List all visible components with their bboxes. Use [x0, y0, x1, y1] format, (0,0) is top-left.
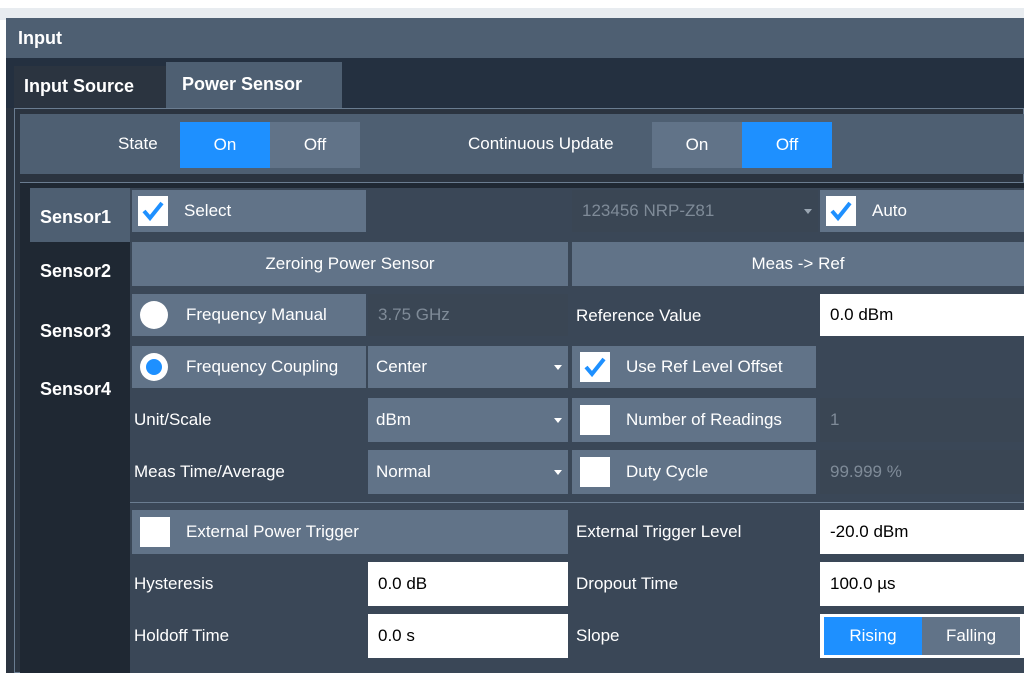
frequency-coupling-value: Center — [376, 357, 428, 376]
checkmark-icon — [142, 201, 164, 222]
holdoff-time-value: 0.0 s — [378, 626, 415, 645]
sensor-device-dropdown[interactable]: 123456 NRP-Z81 — [572, 190, 818, 232]
continuous-update-on-button[interactable]: On — [652, 122, 742, 168]
number-of-readings-checkbox[interactable] — [580, 405, 610, 435]
sensor-tab-3-label: Sensor3 — [40, 320, 112, 341]
frequency-coupling-radio[interactable] — [140, 353, 168, 381]
meas-time-dropdown[interactable]: Normal — [368, 450, 568, 494]
sensor-tab-1-label: Sensor1 — [40, 206, 112, 227]
slope-falling-button[interactable]: Falling — [922, 617, 1020, 655]
tab-input-source[interactable]: Input Source — [14, 66, 166, 108]
state-toggle[interactable]: On Off — [180, 122, 360, 168]
use-ref-level-offset-checkbox[interactable] — [580, 352, 610, 382]
sensor-device-value: 123456 NRP-Z81 — [582, 201, 715, 220]
chevron-down-icon — [554, 418, 562, 423]
state-label: State — [118, 134, 158, 153]
duty-cycle-label: Duty Cycle — [626, 462, 709, 481]
number-of-readings-button[interactable]: Number of Readings — [572, 398, 816, 442]
chevron-down-icon — [554, 470, 562, 475]
number-of-readings-field[interactable]: 1 — [820, 398, 1024, 442]
duty-cycle-checkbox[interactable] — [580, 457, 610, 487]
external-trigger-level-value: -20.0 dBm — [830, 522, 909, 541]
external-power-trigger-checkbox[interactable] — [140, 517, 170, 547]
dropout-time-value: 100.0 µs — [830, 574, 896, 593]
select-label: Select — [184, 201, 232, 220]
slope-label: Slope — [576, 626, 620, 645]
number-of-readings-label: Number of Readings — [626, 410, 782, 429]
duty-cycle-value: 99.999 % — [830, 462, 902, 481]
checkmark-icon — [584, 357, 606, 378]
reference-value-field[interactable]: 0.0 dBm — [820, 294, 1024, 336]
slope-toggle[interactable]: Rising Falling — [824, 617, 1020, 655]
external-power-trigger-button[interactable]: External Power Trigger — [132, 510, 568, 554]
frequency-manual-label: Frequency Manual — [186, 305, 327, 324]
state-off-button[interactable]: Off — [270, 122, 360, 168]
auto-label: Auto — [872, 201, 907, 220]
chevron-down-icon — [554, 365, 562, 370]
zeroing-label: Zeroing Power Sensor — [265, 254, 435, 273]
tab-input-source-label: Input Source — [24, 76, 135, 96]
auto-checkbox-button[interactable]: Auto — [820, 190, 1024, 232]
external-trigger-level-label: External Trigger Level — [576, 522, 742, 541]
radio-selected-indicator — [146, 359, 162, 375]
duty-cycle-button[interactable]: Duty Cycle — [572, 450, 816, 494]
frequency-coupling-radio-button[interactable]: Frequency Coupling — [132, 346, 366, 388]
use-ref-level-offset-button[interactable]: Use Ref Level Offset — [572, 346, 816, 388]
frequency-manual-radio-button[interactable]: Frequency Manual — [132, 294, 366, 336]
select-checkbox[interactable] — [138, 196, 168, 226]
tab-power-sensor[interactable]: Power Sensor — [166, 62, 342, 108]
sensor-tab-2-label: Sensor2 — [40, 260, 112, 281]
sensor-tab-1[interactable]: Sensor1 — [30, 188, 130, 246]
use-ref-level-offset-label: Use Ref Level Offset — [626, 357, 783, 376]
frequency-coupling-dropdown[interactable]: Center — [368, 346, 568, 388]
meas-time-label: Meas Time/Average — [134, 462, 285, 481]
sensor-tab-3[interactable]: Sensor3 — [30, 302, 130, 360]
auto-checkbox[interactable] — [826, 196, 856, 226]
external-trigger-level-field[interactable]: -20.0 dBm — [820, 510, 1024, 554]
unit-scale-label: Unit/Scale — [134, 410, 212, 429]
number-of-readings-value: 1 — [830, 410, 840, 429]
meas-ref-label: Meas -> Ref — [751, 254, 845, 273]
frequency-coupling-label: Frequency Coupling — [186, 357, 339, 376]
section-divider — [130, 502, 1024, 503]
dropout-time-field[interactable]: 100.0 µs — [820, 562, 1024, 606]
slope-rising-button[interactable]: Rising — [824, 617, 922, 655]
frequency-manual-value: 3.75 GHz — [378, 305, 450, 324]
state-on-button[interactable]: On — [180, 122, 270, 168]
input-dialog: Input Input Source Power Sensor State On… — [6, 18, 1024, 673]
tab-power-sensor-label: Power Sensor — [182, 74, 303, 94]
hysteresis-label: Hysteresis — [134, 574, 214, 593]
holdoff-time-field[interactable]: 0.0 s — [368, 614, 568, 658]
holdoff-time-label: Holdoff Time — [134, 626, 230, 645]
unit-scale-value: dBm — [376, 410, 411, 429]
select-checkbox-button[interactable]: Select — [132, 190, 366, 232]
checkmark-icon — [830, 201, 852, 222]
continuous-update-off-button[interactable]: Off — [742, 122, 832, 168]
sensor-tab-4[interactable]: Sensor4 — [30, 360, 130, 418]
meas-time-value: Normal — [376, 462, 431, 481]
reference-value-value: 0.0 dBm — [830, 305, 894, 324]
frequency-manual-radio[interactable] — [140, 301, 168, 329]
continuous-update-label: Continuous Update — [468, 134, 614, 153]
hysteresis-value: 0.0 dB — [378, 574, 428, 593]
sensor-tab-2[interactable]: Sensor2 — [30, 242, 130, 300]
meas-ref-button[interactable]: Meas -> Ref — [572, 242, 1024, 286]
continuous-update-toggle[interactable]: On Off — [652, 122, 832, 168]
zeroing-power-sensor-button[interactable]: Zeroing Power Sensor — [132, 242, 568, 286]
hysteresis-field[interactable]: 0.0 dB — [368, 562, 568, 606]
dropout-time-label: Dropout Time — [576, 574, 679, 593]
dialog-title: Input — [18, 28, 62, 48]
chevron-down-icon — [804, 209, 812, 214]
sensor-tab-4-label: Sensor4 — [40, 378, 112, 399]
external-power-trigger-label: External Power Trigger — [186, 522, 359, 541]
duty-cycle-field[interactable]: 99.999 % — [820, 450, 1024, 494]
reference-value-label: Reference Value — [576, 306, 702, 325]
dialog-title-bar: Input — [6, 18, 1024, 58]
unit-scale-dropdown[interactable]: dBm — [368, 398, 568, 442]
frequency-manual-field[interactable]: 3.75 GHz — [368, 294, 568, 336]
